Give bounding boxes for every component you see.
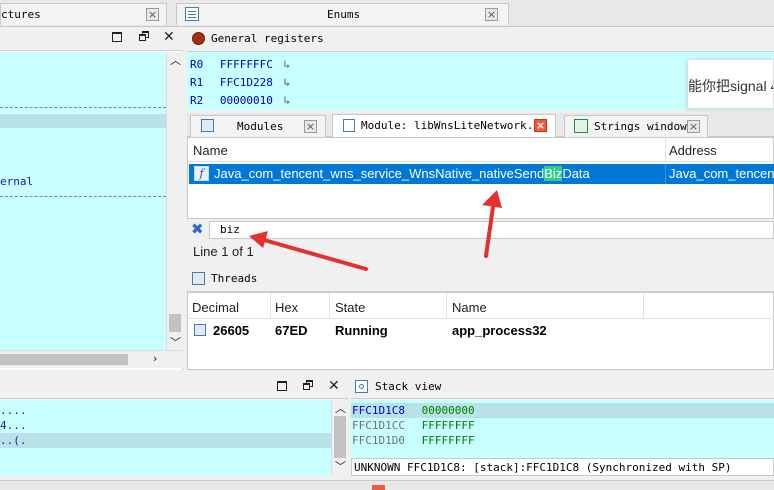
arrow-to-search xyxy=(249,231,368,271)
arrow-to-highlight xyxy=(482,190,502,258)
annotation-arrows xyxy=(249,190,502,271)
